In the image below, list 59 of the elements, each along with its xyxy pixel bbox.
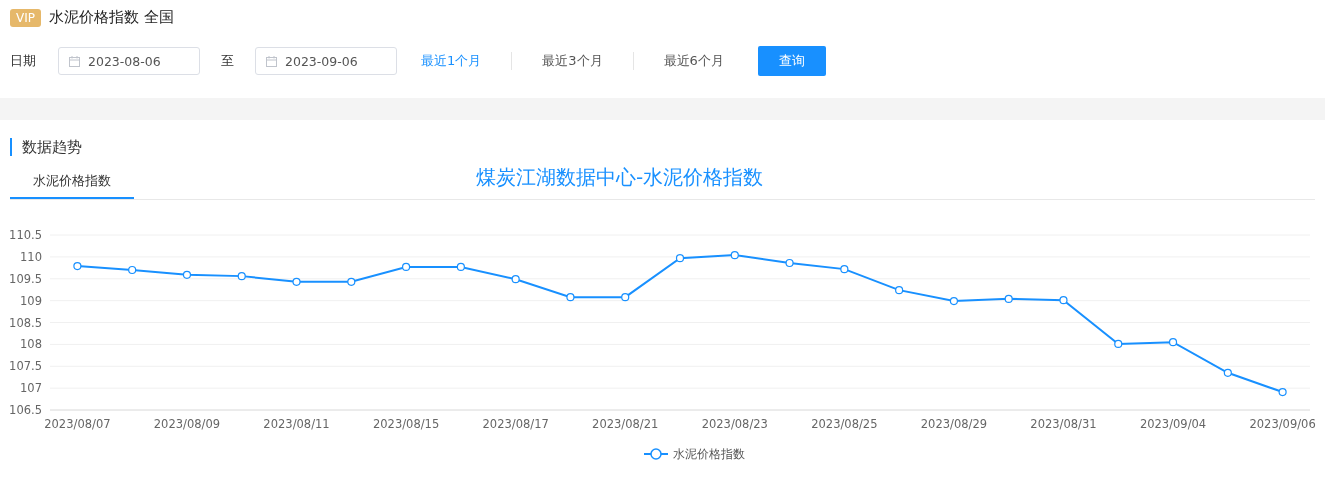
vip-badge: VIP <box>10 8 41 27</box>
end-date-field[interactable]: 2023-09-06 <box>255 47 397 75</box>
y-axis-label: 109 <box>20 293 42 308</box>
page-title: 水泥价格指数 全国 <box>49 8 174 27</box>
y-axis-label: 110 <box>20 249 42 264</box>
data-point <box>730 251 739 260</box>
x-axis-label: 2023/08/31 <box>1030 417 1097 431</box>
data-point <box>675 254 685 263</box>
data-point <box>128 265 137 275</box>
y-axis-label: 107.5 <box>9 359 42 374</box>
data-point <box>1278 387 1287 397</box>
calendar-icon <box>69 55 80 67</box>
x-axis-label: 2023/08/07 <box>44 417 111 431</box>
data-point <box>949 296 958 306</box>
data-point <box>237 272 246 281</box>
x-axis-label: 2023/09/04 <box>1139 417 1207 431</box>
data-point <box>511 275 520 284</box>
data-point <box>182 270 192 279</box>
y-axis-label: 106.5 <box>9 403 42 417</box>
start-date-field[interactable]: 2023-08-06 <box>58 47 200 75</box>
x-axis-label: 2023/08/09 <box>153 417 221 431</box>
data-point <box>292 277 301 286</box>
date-label: 日期 <box>10 52 37 70</box>
x-axis-label: 2023/08/25 <box>811 417 878 431</box>
y-axis-label: 108.5 <box>9 315 42 330</box>
calendar-icon <box>266 55 277 67</box>
data-point <box>1223 368 1232 377</box>
data-point <box>1059 296 1068 305</box>
chart-tab[interactable]: 水泥价格指数 <box>10 164 134 199</box>
data-point <box>456 262 465 272</box>
x-axis-label: 2023/08/23 <box>701 417 768 431</box>
y-axis-label: 107 <box>20 381 42 396</box>
y-axis-label: 109.5 <box>9 271 42 286</box>
data-point <box>840 265 849 274</box>
legend-label[interactable]: 水泥价格指数 <box>673 447 745 461</box>
range-separator: 至 <box>220 52 235 70</box>
data-point <box>347 277 356 286</box>
chart-title: 煤炭江湖数据中心-水泥价格指数 <box>476 164 764 191</box>
data-point <box>1114 339 1123 349</box>
x-axis-label: 2023/08/15 <box>372 417 440 431</box>
section-title: 数据趋势 <box>10 138 1325 156</box>
x-axis-label: 2023/09/06 <box>1249 417 1316 431</box>
data-point <box>895 286 904 295</box>
data-point <box>1004 294 1013 303</box>
range-option[interactable]: 最近6个月 <box>657 52 730 70</box>
data-point <box>621 293 630 302</box>
data-point <box>566 293 575 302</box>
range-option[interactable]: 最近3个月 <box>536 52 609 70</box>
data-point <box>785 258 794 268</box>
x-axis-label: 2023/08/29 <box>920 417 988 431</box>
data-point <box>73 261 82 271</box>
x-axis-label: 2023/08/21 <box>592 417 659 431</box>
data-point <box>1168 338 1178 347</box>
legend-line-icon <box>643 448 669 460</box>
y-axis-label: 110.5 <box>9 228 42 242</box>
x-axis-label: 2023/08/11 <box>263 417 330 431</box>
y-axis-label: 108 <box>20 337 42 352</box>
x-axis-label: 2023/08/17 <box>482 417 549 431</box>
data-point <box>402 262 411 272</box>
